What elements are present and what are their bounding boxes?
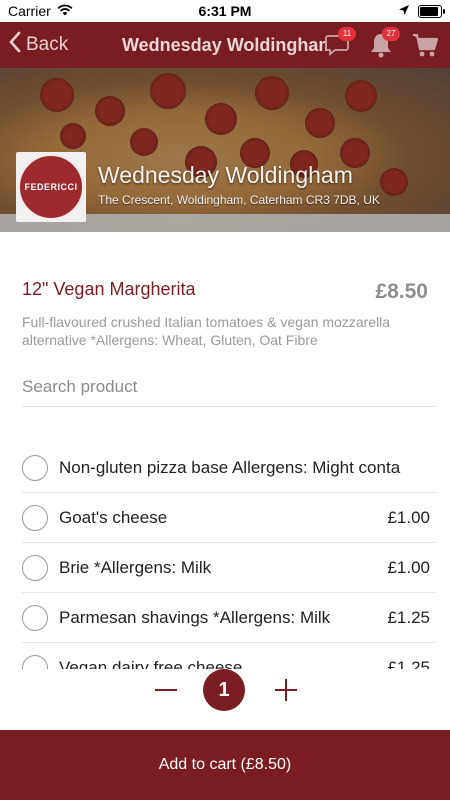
- status-bar: Carrier 6:31 PM: [0, 0, 450, 22]
- logo-badge: FEDERICCI: [18, 154, 84, 220]
- restaurant-name: Wednesday Woldingham: [98, 162, 353, 188]
- option-price: £1.00: [387, 507, 430, 527]
- option-label: Goat's cheese: [59, 507, 168, 527]
- chat-button[interactable]: 11: [322, 27, 356, 60]
- option-price: £1.25: [387, 607, 430, 627]
- chevron-left-icon: [8, 31, 22, 59]
- bell-badge: 27: [382, 27, 400, 41]
- cart-nav-button[interactable]: [410, 30, 440, 60]
- back-label: Back: [26, 34, 69, 55]
- quantity-value: 1: [203, 669, 245, 711]
- nav-actions: 11 27: [322, 22, 440, 68]
- radio-button[interactable]: [22, 654, 48, 669]
- product-name: 12" Vegan Margherita: [22, 279, 196, 299]
- shopping-cart-icon: [413, 33, 439, 57]
- page-title: Wednesday Woldingham: [122, 35, 327, 55]
- quantity-stepper: 1: [0, 668, 450, 716]
- list-item[interactable]: Parmesan shavings *Allergens: Milk £1.25: [22, 593, 436, 643]
- add-to-cart-button[interactable]: Add to cart (£8.50): [0, 730, 450, 800]
- product-description: Full-flavoured crushed Italian tomatoes …: [22, 314, 391, 348]
- chat-badge: 11: [338, 27, 356, 41]
- radio-button[interactable]: [22, 604, 48, 631]
- list-item[interactable]: Brie *Allergens: Milk £1.00: [22, 543, 436, 593]
- option-label: Non-gluten pizza base Allergens: Might c…: [59, 457, 401, 477]
- back-button[interactable]: Back: [0, 31, 118, 59]
- battery-icon: [418, 4, 445, 18]
- nav-bar: Back Wednesday Woldingham 11 27: [0, 22, 450, 68]
- decrease-quantity-button[interactable]: [152, 676, 180, 704]
- option-price: £1.00: [387, 557, 430, 577]
- product-price: £8.50: [375, 280, 428, 303]
- list-item[interactable]: Non-gluten pizza base Allergens: Might c…: [22, 443, 436, 493]
- restaurant-hero: FEDERICCI Wednesday Woldingham The Cresc…: [0, 68, 450, 232]
- search-input[interactable]: [22, 368, 436, 407]
- radio-button[interactable]: [22, 554, 48, 581]
- option-label: Brie *Allergens: Milk: [59, 557, 212, 577]
- options-list: Non-gluten pizza base Allergens: Might c…: [22, 443, 436, 669]
- option-label: Parmesan shavings *Allergens: Milk: [59, 607, 331, 627]
- add-to-cart-label: Add to cart (£8.50): [158, 756, 292, 773]
- list-item[interactable]: Goat's cheese £1.00: [22, 493, 436, 543]
- increase-quantity-button[interactable]: [272, 676, 300, 704]
- list-item[interactable]: Vegan dairy free cheese £1.25: [22, 643, 436, 669]
- radio-button[interactable]: [22, 454, 48, 481]
- restaurant-address: The Crescent, Woldingham, Caterham CR3 7…: [98, 193, 380, 207]
- restaurant-logo: FEDERICCI: [16, 152, 86, 222]
- status-time: 6:31 PM: [198, 3, 252, 19]
- radio-button[interactable]: [22, 504, 48, 531]
- notifications-button[interactable]: 27: [366, 27, 400, 60]
